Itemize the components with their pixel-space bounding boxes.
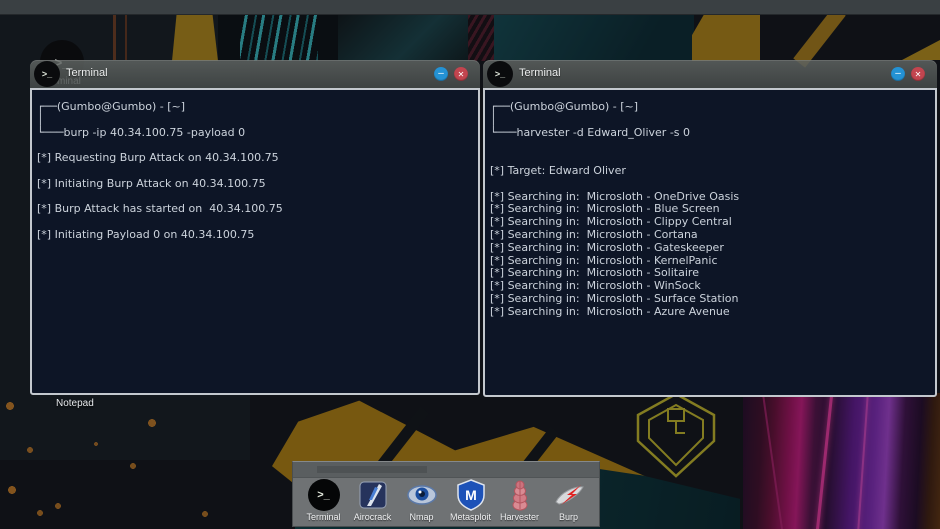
dock-item-metasploit[interactable]: M Metasploit (447, 479, 495, 522)
terminal-prompt-glyph: >_ (495, 69, 505, 79)
terminal-output[interactable]: ┌──(Gumbo@Gumbo) - [~]│└───harvester -d … (483, 88, 937, 397)
dock-drag-handle[interactable] (317, 466, 427, 473)
terminal-prompt-glyph: >_ (317, 489, 330, 501)
dock-item-airocrack[interactable]: Airocrack (349, 479, 397, 522)
terminal-window-harvester: >_ Terminal – ✕ ┌──(Gumbo@Gumbo) - [~]│└… (483, 60, 937, 397)
window-title: Terminal (66, 67, 108, 79)
dock-item-label: Airocrack (349, 512, 397, 522)
burp-icon (545, 479, 593, 511)
close-button[interactable]: ✕ (911, 67, 925, 81)
window-titlebar[interactable]: >_ Terminal – ✕ (30, 60, 480, 88)
minimize-button[interactable]: – (891, 67, 905, 81)
dock-item-label: Nmap (398, 512, 446, 522)
dock-item-label: Metasploit (447, 512, 495, 522)
close-icon: ✕ (458, 70, 465, 79)
dock-item-label: Terminal (300, 512, 348, 522)
terminal-icon: >_ (487, 61, 513, 87)
terminal-icon: >_ (300, 479, 348, 511)
top-bar (0, 0, 940, 15)
dock-item-label: Harvester (496, 512, 544, 522)
window-title: Terminal (519, 67, 561, 79)
svg-text:M: M (465, 487, 477, 503)
close-button[interactable]: ✕ (454, 67, 468, 81)
minimize-icon: – (895, 69, 901, 79)
terminal-prompt-glyph: >_ (42, 69, 52, 79)
metasploit-icon: M (447, 479, 495, 511)
dock-items: >_ Terminal Airocrack (293, 477, 599, 527)
window-titlebar[interactable]: >_ Terminal – ✕ (483, 60, 937, 88)
dock: >_ Terminal Airocrack (292, 461, 600, 527)
minimize-icon: – (438, 69, 444, 79)
dock-item-nmap[interactable]: Nmap (398, 479, 446, 522)
terminal-output[interactable]: ┌──(Gumbo@Gumbo) - [~]│└───burp -ip 40.3… (30, 88, 480, 395)
close-icon: ✕ (915, 70, 922, 79)
dock-item-burp[interactable]: Burp (545, 479, 593, 522)
harvester-icon (496, 479, 544, 511)
terminal-icon: >_ (34, 61, 60, 87)
terminal-window-burp: >_ Terminal – ✕ ┌──(Gumbo@Gumbo) - [~]│└… (30, 60, 480, 395)
dock-item-label: Burp (545, 512, 593, 522)
airocrack-icon (349, 479, 397, 511)
dock-item-terminal[interactable]: >_ Terminal (300, 479, 348, 522)
dock-item-harvester[interactable]: Harvester (496, 479, 544, 522)
desktop-notepad-shortcut-label[interactable]: Notepad (56, 398, 94, 409)
minimize-button[interactable]: – (434, 67, 448, 81)
nmap-icon (398, 479, 446, 511)
dock-header[interactable] (293, 462, 599, 478)
